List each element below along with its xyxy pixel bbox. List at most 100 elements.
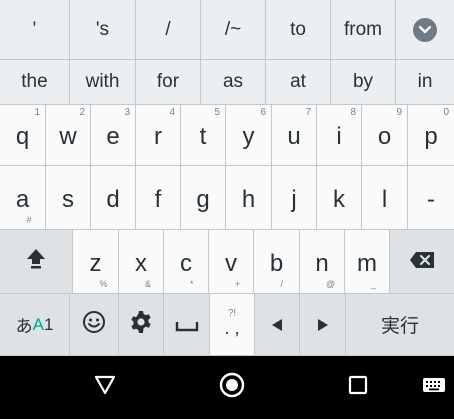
key-label: c — [180, 249, 192, 277]
suggestion-label: /~ — [224, 18, 242, 40]
backspace-key[interactable] — [390, 230, 454, 294]
key-l[interactable]: l — [362, 166, 408, 230]
key-subhint: _ — [371, 279, 377, 289]
input-mode-switch-key[interactable]: あA1 — [0, 294, 70, 356]
suggestion-chip[interactable]: with — [70, 60, 136, 105]
key-f[interactable]: f — [136, 166, 181, 230]
arrow-left-icon — [271, 312, 283, 338]
key-z[interactable]: z% — [73, 230, 119, 294]
key-d[interactable]: d — [91, 166, 136, 230]
suggestion-chip[interactable]: from — [331, 0, 396, 60]
key-p[interactable]: 0p — [408, 105, 454, 166]
chevron-down-icon — [413, 17, 437, 42]
key-g[interactable]: g — [181, 166, 226, 230]
shift-icon — [25, 247, 47, 276]
key-label: q — [15, 123, 30, 150]
key-b[interactable]: b / — [254, 230, 300, 294]
suggestion-chip[interactable]: to — [266, 0, 331, 60]
nav-home-button[interactable] — [207, 356, 257, 419]
suggestion-chip[interactable]: the — [0, 60, 70, 105]
keyboard-row-z: z% x & c * v + b / n @ m _ — [0, 230, 454, 294]
back-triangle-icon — [94, 375, 116, 400]
mode-alpha-label: A — [32, 314, 44, 334]
key-i[interactable]: 8i — [317, 105, 362, 166]
suggestion-chip[interactable]: by — [331, 60, 396, 105]
key-u[interactable]: 7u — [272, 105, 317, 166]
key-label: r — [154, 123, 162, 150]
suggestion-label: the — [21, 71, 48, 92]
key-hint: 2 — [79, 107, 85, 118]
nav-recents-button[interactable] — [333, 356, 383, 419]
key-v[interactable]: v + — [209, 230, 254, 294]
backspace-icon — [409, 248, 435, 276]
key-k[interactable]: k — [317, 166, 362, 230]
key-label: i — [336, 123, 342, 150]
key-e[interactable]: 3e — [91, 105, 136, 166]
emoji-key[interactable] — [70, 294, 119, 356]
key-subhint: / — [280, 279, 284, 289]
recents-square-icon — [348, 375, 368, 400]
suggestion-chip[interactable]: for — [136, 60, 201, 105]
key-y[interactable]: 6y — [226, 105, 272, 166]
cursor-right-key[interactable] — [300, 294, 346, 356]
key-h[interactable]: h — [226, 166, 272, 230]
key-subhint: @ — [326, 279, 336, 289]
mode-kana-label: あ — [15, 317, 33, 336]
key-subhint: # — [26, 215, 32, 225]
suggestion-label: / — [165, 18, 171, 40]
mode-number-label: 1 — [43, 314, 54, 334]
punctuation-key[interactable]: ?! . , — [210, 294, 255, 356]
key-subhint: & — [145, 279, 152, 289]
key-t[interactable]: 5t — [181, 105, 226, 166]
key-s[interactable]: s — [46, 166, 91, 230]
enter-label: 実行 — [380, 316, 419, 337]
nav-back-button[interactable] — [80, 356, 130, 419]
home-circle-icon — [219, 372, 245, 403]
space-key[interactable] — [164, 294, 210, 356]
suggestion-chip[interactable]: as — [201, 60, 266, 105]
suggestion-label: with — [85, 71, 120, 92]
key-r[interactable]: 4r — [136, 105, 181, 166]
nav-keyboard-button[interactable] — [414, 356, 454, 419]
suggestion-label: for — [156, 71, 180, 92]
key-label: x — [135, 249, 147, 277]
key-c[interactable]: c * — [164, 230, 209, 294]
key-o[interactable]: 9o — [362, 105, 408, 166]
key-hint: 6 — [260, 107, 266, 118]
suggestion-chip[interactable]: in — [396, 60, 454, 105]
suggestion-row-2: the with for as at by in — [0, 60, 454, 105]
key-label: - — [427, 185, 435, 213]
suggestion-label: 's — [95, 18, 110, 40]
key-hint: 8 — [350, 107, 356, 118]
key-label: y — [242, 123, 255, 150]
suggestion-chip[interactable]: /~ — [201, 0, 266, 60]
key-w[interactable]: 2w — [46, 105, 91, 166]
key-label: e — [106, 123, 120, 150]
key-label: j — [291, 185, 297, 213]
keyboard-row-a: a # s d f g h j k l - — [0, 166, 454, 230]
key-n[interactable]: n @ — [300, 230, 345, 294]
arrow-right-icon — [317, 312, 329, 338]
settings-key[interactable] — [119, 294, 164, 356]
suggestion-chip[interactable]: ' — [0, 0, 70, 60]
key-q[interactable]: 1q — [0, 105, 46, 166]
punctuation-label: . , — [224, 318, 240, 338]
key-x[interactable]: x & — [119, 230, 164, 294]
cursor-left-key[interactable] — [255, 294, 300, 356]
key-hyphen[interactable]: - — [408, 166, 454, 230]
suggestion-chip[interactable]: / — [136, 0, 201, 60]
suggestion-label: ' — [32, 18, 37, 40]
key-hint: 5 — [214, 107, 220, 118]
collapse-suggestions-button[interactable] — [396, 0, 454, 60]
key-subhint: % — [99, 279, 108, 289]
key-hint: 7 — [305, 107, 311, 118]
suggestion-chip[interactable]: at — [266, 60, 331, 105]
suggestion-chip[interactable]: 's — [70, 0, 136, 60]
shift-key[interactable] — [0, 230, 73, 294]
enter-key[interactable]: 実行 — [346, 294, 454, 356]
suggestion-label: by — [352, 71, 374, 92]
key-a[interactable]: a # — [0, 166, 46, 230]
key-m[interactable]: m _ — [345, 230, 390, 294]
key-label: b — [269, 249, 284, 277]
key-j[interactable]: j — [272, 166, 317, 230]
